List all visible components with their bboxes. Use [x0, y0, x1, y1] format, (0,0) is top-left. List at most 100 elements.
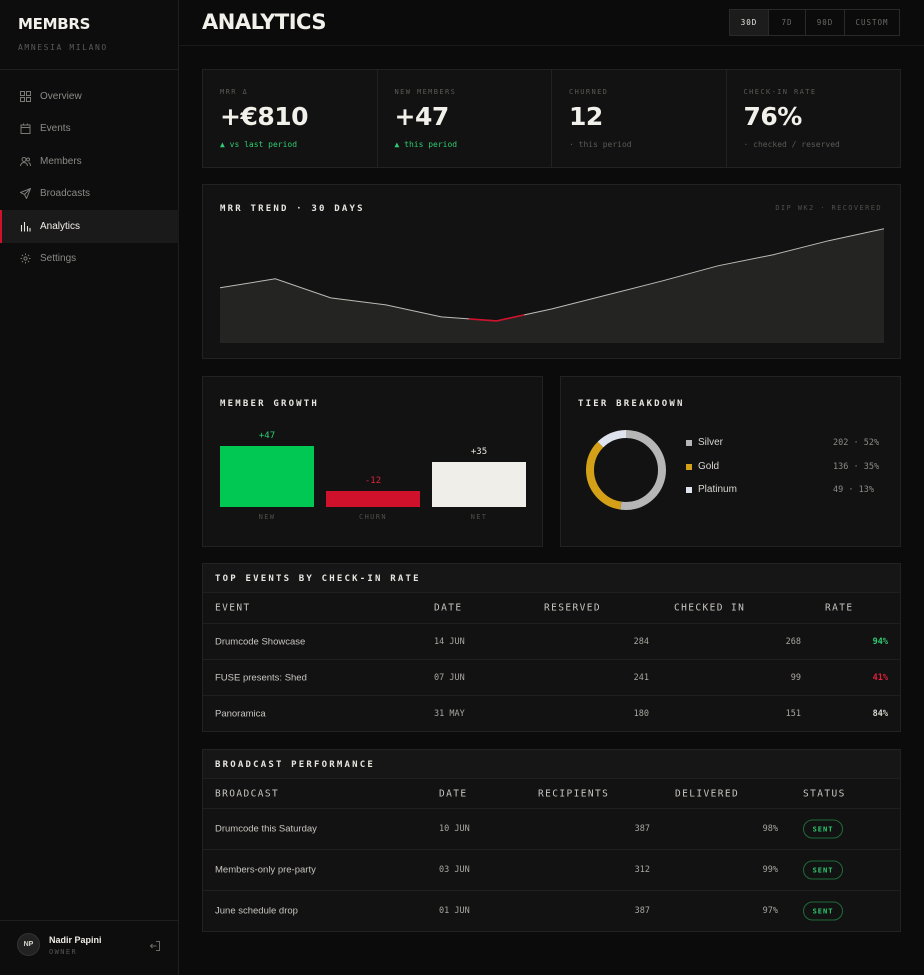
table-row[interactable]: Panoramica 31 MAY 180 151 84%	[203, 695, 900, 731]
delivered-cell: 97%	[762, 906, 778, 916]
recipients-cell: 387	[634, 906, 650, 916]
page-title: ANALYTICS	[202, 10, 326, 34]
sidebar-item-label: Events	[40, 123, 71, 135]
date-cell: 31 MAY	[434, 708, 465, 719]
growth-bar-value: +35	[470, 446, 488, 457]
send-icon	[20, 188, 31, 200]
sidebar-item-label: Members	[40, 155, 82, 167]
top-events-title: TOP EVENTS BY CHECK-IN RATE	[215, 574, 421, 584]
tier-detail: 136 · 35%	[833, 461, 880, 472]
tier-swatch	[686, 487, 692, 493]
range-30d-button[interactable]: 30D	[730, 10, 768, 35]
kpi-checkin-rate: CHECK-IN RATE 76% · checked / reserved	[725, 70, 901, 167]
calendar-icon	[20, 123, 31, 135]
date-cell: 03 JUN	[439, 865, 470, 875]
date-cell: 14 JUN	[434, 636, 465, 647]
table-row[interactable]: Members-only pre-party 03 JUN 312 99% SENT	[203, 849, 900, 890]
column-header-date[interactable]: DATE	[434, 602, 462, 613]
broadcast-title: BROADCAST PERFORMANCE	[215, 760, 375, 770]
sidebar-item-label: Analytics	[40, 220, 81, 232]
delivered-cell: 98%	[762, 824, 778, 834]
tier-legend-item: Platinum 49 · 13%	[686, 484, 886, 508]
sidebar-nav: Overview Events Members Broadcasts Analy…	[0, 80, 179, 275]
member-growth-title: MEMBER GROWTH	[220, 399, 320, 409]
table-row[interactable]: Drumcode Showcase 14 JUN 284 268 94%	[203, 623, 900, 659]
top-events-card: TOP EVENTS BY CHECK-IN RATE EVENT DATE R…	[202, 563, 901, 732]
sidebar-item-events[interactable]: Events	[0, 113, 179, 146]
tier-legend: Silver 202 · 52% Gold 136 · 35% Platinum 49 ·…	[686, 437, 886, 508]
tier-detail: 202 · 52%	[833, 438, 880, 448]
table-row[interactable]: Drumcode this Saturday 10 JUN 387 98% SENT	[203, 808, 900, 849]
tier-breakdown-title: TIER BREAKDOWN	[578, 399, 685, 409]
column-header-delivered[interactable]: DELIVERED	[675, 788, 739, 799]
divider	[0, 69, 179, 70]
sidebar-item-analytics[interactable]: Analytics	[0, 210, 179, 243]
mrr-area	[220, 228, 884, 343]
column-header-recipients[interactable]: RECIPIENTS	[538, 788, 609, 799]
checked-in-cell: 268	[785, 636, 801, 647]
growth-bar-label: NEW	[258, 513, 276, 521]
column-header-broadcast[interactable]: BROADCAST	[215, 788, 279, 799]
tier-legend-item: Gold 136 · 35%	[686, 461, 886, 485]
range-90d-button[interactable]: 90D	[805, 10, 844, 35]
recipients-cell: 387	[634, 824, 650, 834]
growth-bar-value: +47	[258, 431, 276, 441]
kpi-new-members: NEW MEMBERS +47 ▲ this period	[376, 70, 552, 167]
sidebar-item-broadcasts[interactable]: Broadcasts	[0, 178, 179, 211]
growth-bar-label: NET	[470, 513, 488, 521]
sidebar-item-overview[interactable]: Overview	[0, 80, 179, 113]
range-custom-button[interactable]: CUSTOM	[844, 10, 899, 35]
kpi-row: MRR Δ +€810 ▲ vs last period NEW MEMBERS…	[202, 69, 901, 168]
brand-logo[interactable]: MEMBRS	[18, 15, 90, 33]
column-header-date[interactable]: DATE	[439, 788, 467, 799]
range-7d-button[interactable]: 7D	[768, 10, 805, 35]
mrr-trend-chart	[220, 228, 884, 343]
growth-bar-new	[220, 446, 314, 507]
kpi-value: 12	[569, 102, 603, 131]
column-header-reserved[interactable]: RESERVED	[544, 602, 601, 613]
event-cell: FUSE presents: Shed	[215, 672, 307, 683]
broadcast-name-cell: June schedule drop	[215, 905, 298, 917]
tier-name: Platinum	[698, 484, 737, 495]
mrr-trend-title: MRR TREND · 30 DAYS	[220, 204, 365, 214]
venue-name: AMNESIA MILANO	[18, 43, 108, 52]
kpi-label: MRR Δ	[220, 88, 249, 96]
broadcast-column-headers: BROADCAST DATE RECIPIENTS DELIVERED STAT…	[203, 779, 900, 808]
tier-name: Gold	[698, 460, 720, 472]
kpi-value: +47	[394, 102, 450, 131]
checked-in-cell: 151	[785, 708, 801, 719]
status-badge: SENT	[803, 819, 843, 839]
tier-breakdown-card: TIER BREAKDOWN Silver 202 · 52% Gold 136 · …	[560, 376, 901, 547]
member-growth-chart: +47 NEW -12 CHURN +35 NET	[220, 425, 526, 525]
sidebar: MEMBRS AMNESIA MILANO Overview Events Me…	[0, 0, 179, 975]
column-header-event[interactable]: EVENT	[215, 602, 251, 613]
delivered-cell: 99%	[762, 865, 778, 875]
logout-icon[interactable]	[149, 939, 161, 951]
rate-cell: 94%	[872, 636, 888, 647]
recipients-cell: 312	[634, 865, 650, 875]
kpi-value: 76%	[743, 102, 803, 131]
tier-swatch	[686, 463, 692, 470]
column-header-status[interactable]: STATUS	[803, 788, 846, 799]
grid-icon	[20, 90, 31, 102]
sidebar-item-settings[interactable]: Settings	[0, 243, 179, 276]
kpi-sub: ▲ this period	[394, 140, 458, 149]
broadcast-performance-card: BROADCAST PERFORMANCE BROADCAST DATE REC…	[202, 749, 901, 932]
top-events-header: TOP EVENTS BY CHECK-IN RATE	[203, 564, 900, 593]
mrr-trend-card: MRR TREND · 30 DAYS DIP WK2 · RECOVERED	[202, 184, 901, 359]
growth-bar-churn	[326, 491, 420, 507]
column-header-rate[interactable]: RATE	[825, 602, 853, 613]
sidebar-item-members[interactable]: Members	[0, 145, 179, 178]
event-cell: Drumcode Showcase	[215, 636, 306, 647]
users-icon	[20, 156, 31, 167]
gear-icon	[20, 253, 31, 264]
avatar[interactable]: NP	[17, 933, 40, 956]
tier-swatch	[686, 440, 692, 446]
date-cell: 07 JUN	[434, 672, 465, 683]
column-header-checked-in[interactable]: CHECKED IN	[674, 602, 745, 613]
tier-detail: 49 · 13%	[833, 485, 874, 495]
reserved-cell: 180	[633, 708, 649, 719]
table-row[interactable]: June schedule drop 01 JUN 387 97% SENT	[203, 890, 900, 931]
sidebar-item-label: Broadcasts	[40, 188, 91, 200]
table-row[interactable]: FUSE presents: Shed 07 JUN 241 99 41%	[203, 659, 900, 695]
